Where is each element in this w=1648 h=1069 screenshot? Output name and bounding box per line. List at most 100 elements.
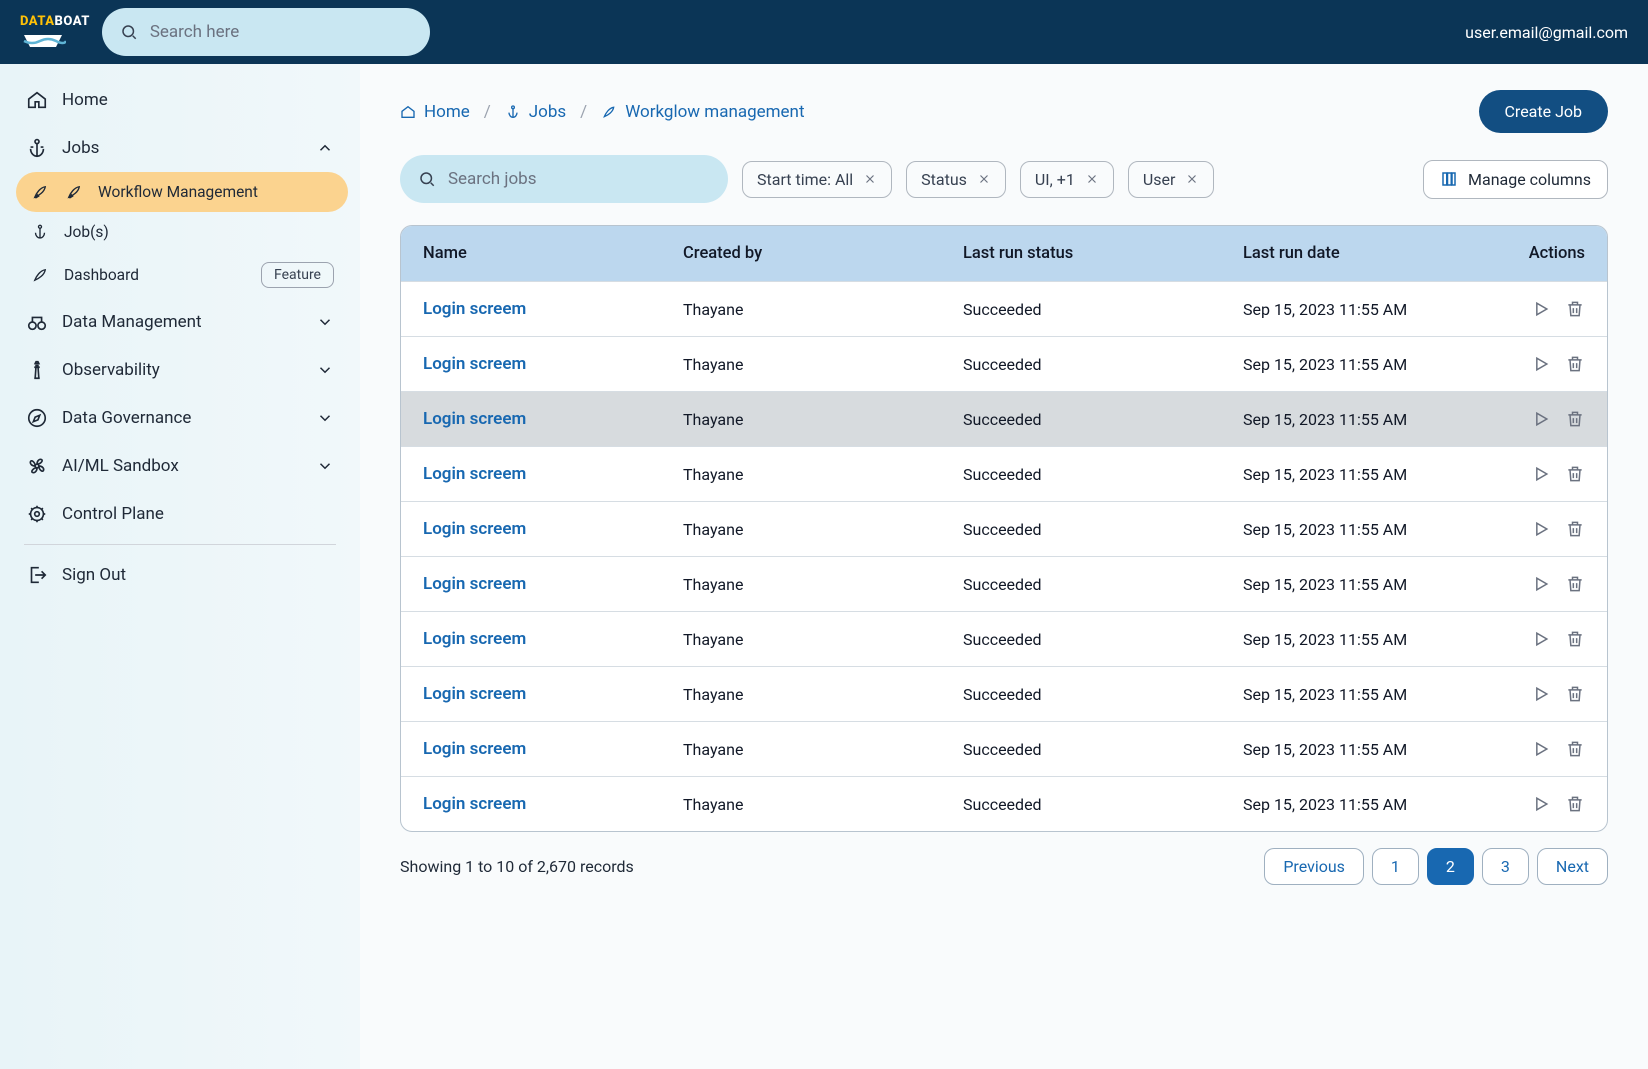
trash-icon[interactable] (1565, 629, 1585, 649)
rocket-icon (601, 104, 617, 120)
wheel-icon (26, 503, 48, 525)
chevron-up-icon (316, 139, 334, 157)
job-name-link[interactable]: Login screem (423, 519, 683, 539)
nav-governance[interactable]: Data Governance (12, 394, 348, 442)
nav-control-plane[interactable]: Control Plane (12, 490, 348, 538)
nav-dashboard[interactable]: Dashboard Feature (16, 252, 348, 298)
close-icon[interactable] (1085, 172, 1099, 186)
job-name-link[interactable]: Login screem (423, 574, 683, 594)
trash-icon[interactable] (1565, 794, 1585, 814)
nav-jobs-label: Jobs (62, 138, 99, 158)
global-search[interactable] (102, 8, 430, 56)
crumb-jobs[interactable]: Jobs (505, 102, 566, 122)
trash-icon[interactable] (1565, 464, 1585, 484)
nav-workflow-mgmt[interactable]: Workflow Management (16, 172, 348, 212)
nav-aiml-label: AI/ML Sandbox (62, 456, 179, 476)
play-icon[interactable] (1531, 519, 1551, 539)
nav-observability[interactable]: Observability (12, 346, 348, 394)
rocket-icon (31, 183, 49, 201)
trash-icon[interactable] (1565, 574, 1585, 594)
nav-signout[interactable]: Sign Out (12, 551, 348, 599)
created-by: Thayane (683, 410, 963, 429)
play-icon[interactable] (1531, 464, 1551, 484)
crumb-current[interactable]: Workglow management (601, 102, 804, 122)
trash-icon[interactable] (1565, 354, 1585, 374)
job-name-link[interactable]: Login screem (423, 629, 683, 649)
table-row: Login screem Thayane Succeeded Sep 15, 2… (401, 666, 1607, 721)
table-row: Login screem Thayane Succeeded Sep 15, 2… (401, 611, 1607, 666)
play-icon[interactable] (1531, 739, 1551, 759)
home-icon (26, 89, 48, 111)
filter-user[interactable]: User (1128, 161, 1215, 198)
table-row: Login screem Thayane Succeeded Sep 15, 2… (401, 501, 1607, 556)
nav-data-mgmt-label: Data Management (62, 312, 202, 332)
job-name-link[interactable]: Login screem (423, 354, 683, 374)
filter-ui[interactable]: UI, +1 (1020, 161, 1114, 198)
binoculars-icon (26, 311, 48, 333)
play-icon[interactable] (1531, 354, 1551, 374)
divider (24, 544, 336, 545)
search-icon (120, 22, 138, 42)
prev-button[interactable]: Previous (1264, 848, 1364, 885)
job-name-link[interactable]: Login screem (423, 409, 683, 429)
created-by: Thayane (683, 685, 963, 704)
nav-home-label: Home (62, 90, 108, 110)
manage-columns-button[interactable]: Manage columns (1423, 160, 1608, 199)
play-icon[interactable] (1531, 409, 1551, 429)
trash-icon[interactable] (1565, 519, 1585, 539)
run-date: Sep 15, 2023 11:55 AM (1243, 465, 1443, 484)
run-date: Sep 15, 2023 11:55 AM (1243, 740, 1443, 759)
user-email[interactable]: user.email@gmail.com (1465, 23, 1628, 42)
page-3[interactable]: 3 (1482, 848, 1529, 885)
main-content: Home / Jobs / Workglow management Create… (360, 64, 1648, 1069)
nav-aiml[interactable]: AI/ML Sandbox (12, 442, 348, 490)
nav-home[interactable]: Home (12, 76, 348, 124)
close-icon[interactable] (863, 172, 877, 186)
search-jobs[interactable] (400, 155, 728, 203)
run-status: Succeeded (963, 520, 1243, 539)
columns-icon (1440, 170, 1458, 188)
play-icon[interactable] (1531, 794, 1551, 814)
trash-icon[interactable] (1565, 684, 1585, 704)
job-name-link[interactable]: Login screem (423, 794, 683, 814)
col-date: Last run date (1243, 244, 1443, 263)
job-name-link[interactable]: Login screem (423, 299, 683, 319)
close-icon[interactable] (1185, 172, 1199, 186)
play-icon[interactable] (1531, 299, 1551, 319)
rocket-icon (31, 266, 49, 284)
col-created-by: Created by (683, 244, 963, 263)
nav-jobs-sub[interactable]: Job(s) (16, 212, 348, 252)
chevron-down-icon (316, 361, 334, 379)
search-jobs-input[interactable] (448, 169, 710, 189)
job-name-link[interactable]: Login screem (423, 684, 683, 704)
job-name-link[interactable]: Login screem (423, 464, 683, 484)
run-date: Sep 15, 2023 11:55 AM (1243, 520, 1443, 539)
close-icon[interactable] (977, 172, 991, 186)
trash-icon[interactable] (1565, 409, 1585, 429)
trash-icon[interactable] (1565, 299, 1585, 319)
chevron-down-icon (316, 313, 334, 331)
anchor-icon (26, 137, 48, 159)
records-summary: Showing 1 to 10 of 2,670 records (400, 857, 634, 876)
next-button[interactable]: Next (1537, 848, 1608, 885)
nav-data-mgmt[interactable]: Data Management (12, 298, 348, 346)
page-1[interactable]: 1 (1372, 848, 1419, 885)
run-status: Succeeded (963, 630, 1243, 649)
filter-status[interactable]: Status (906, 161, 1006, 198)
run-status: Succeeded (963, 685, 1243, 704)
create-job-button[interactable]: Create Job (1479, 90, 1609, 133)
play-icon[interactable] (1531, 574, 1551, 594)
play-icon[interactable] (1531, 629, 1551, 649)
trash-icon[interactable] (1565, 739, 1585, 759)
job-name-link[interactable]: Login screem (423, 739, 683, 759)
nav-signout-label: Sign Out (62, 565, 126, 585)
global-search-input[interactable] (150, 22, 412, 42)
play-icon[interactable] (1531, 684, 1551, 704)
breadcrumb: Home / Jobs / Workglow management (400, 102, 805, 122)
page-2[interactable]: 2 (1427, 848, 1474, 885)
nav-observability-label: Observability (62, 360, 160, 380)
crumb-home[interactable]: Home (400, 102, 470, 122)
crumb-sep: / (580, 102, 587, 122)
filter-start-time[interactable]: Start time: All (742, 161, 892, 198)
nav-jobs[interactable]: Jobs (12, 124, 348, 172)
